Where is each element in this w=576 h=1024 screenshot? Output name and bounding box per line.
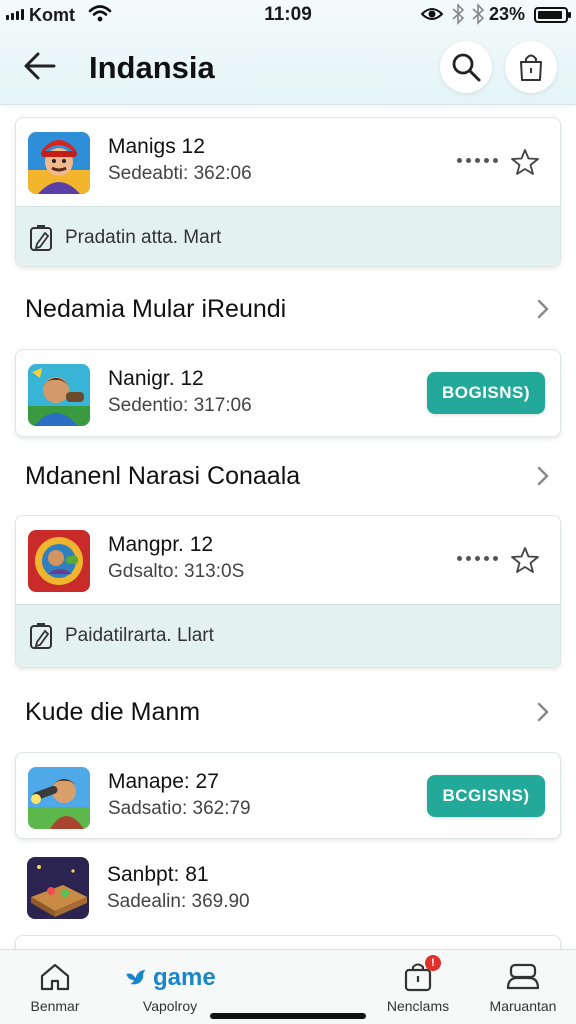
game-title: Nanigr. 12 — [108, 367, 204, 390]
more-options-icon[interactable] — [457, 158, 498, 163]
note-bar[interactable]: Paidatilrarta. Llart — [16, 604, 560, 667]
page-title: Indansia — [89, 50, 215, 85]
bird-logo-icon — [124, 964, 153, 991]
eye-icon — [420, 6, 444, 27]
note-text: Paidatilrarta. Llart — [65, 625, 214, 646]
game-card[interactable]: Mangpr. 12 Gdsalto: 313:0S Paidatilrarta… — [15, 515, 561, 668]
note-bar[interactable]: Pradatin atta. Mart — [16, 206, 560, 266]
star-icon[interactable] — [510, 546, 540, 579]
home-icon — [38, 962, 72, 997]
controller-icon — [505, 962, 541, 997]
section-header[interactable]: Kude die Manm — [0, 683, 576, 741]
game-card[interactable]: Manigs 12 Sedeabti: 362:06 Pradatin atta… — [15, 117, 561, 267]
edit-note-icon — [28, 622, 56, 657]
section-title: Kude die Manm — [25, 698, 201, 726]
list-item[interactable]: Manigs 12 Sedeabti: 362:06 — [16, 118, 560, 205]
action-button[interactable]: BCGISNS) — [427, 775, 545, 817]
game-subtitle: Gdsalto: 313:0S — [108, 561, 245, 582]
game-subtitle: Sadsatio: 362:79 — [108, 798, 251, 819]
game-thumbnail — [28, 364, 90, 426]
note-text: Pradatin atta. Mart — [65, 227, 222, 248]
bluetooth-icon — [471, 3, 485, 30]
list-item[interactable]: Manape: 27 Sadsatio: 362:79 BCGISNS) — [16, 753, 560, 838]
shopping-bag-icon — [520, 54, 542, 81]
game-thumbnail — [28, 132, 90, 194]
nav-game[interactable]: game Vapolroy — [115, 950, 225, 1024]
search-icon — [452, 53, 481, 82]
game-title: Manigs 12 — [108, 135, 205, 158]
nav-home[interactable]: Benmar — [0, 950, 110, 1024]
list-item[interactable]: Mangpr. 12 Gdsalto: 313:0S — [16, 516, 560, 603]
nav-label: Benmar — [30, 998, 80, 1014]
chevron-right-icon — [535, 465, 551, 492]
edit-note-icon — [28, 224, 56, 259]
game-card[interactable]: Nanigr. 12 Sedentio: 317:06 BOGISNS) — [15, 349, 561, 437]
game-subtitle: Sadealin: 369.90 — [107, 891, 250, 912]
section-title: Mdanenl Narasi Conaala — [25, 462, 301, 490]
nav-label: Nenclams — [386, 998, 450, 1014]
arrow-left-icon — [24, 52, 56, 80]
more-options-icon[interactable] — [457, 556, 498, 561]
game-title: Sanbpt: 81 — [107, 863, 209, 886]
back-button[interactable] — [20, 48, 60, 84]
battery-percent: 23% — [489, 4, 526, 24]
bluetooth-icon — [451, 3, 465, 30]
game-thumbnail — [28, 530, 90, 592]
home-indicator — [210, 1013, 366, 1019]
game-thumbnail — [27, 857, 89, 919]
nav-label: Maruantan — [489, 998, 557, 1014]
chevron-right-icon — [535, 701, 551, 728]
nav-controller[interactable]: Maruantan — [468, 950, 576, 1024]
app-header: Komt 11:09 23% Indansia — [0, 0, 576, 105]
game-subtitle: Sedentio: 317:06 — [108, 395, 252, 416]
nav-label: Vapolroy — [142, 998, 198, 1014]
shopping-bag-button[interactable] — [505, 41, 557, 93]
chevron-right-icon — [535, 298, 551, 325]
section-title: Nedamia Mular iReundi — [25, 295, 287, 323]
game-card[interactable]: Manape: 27 Sadsatio: 362:79 BCGISNS) — [15, 752, 561, 839]
nav-bag[interactable]: Nenclams — [363, 950, 473, 1024]
section-header[interactable]: Mdanenl Narasi Conaala — [0, 447, 576, 505]
game-title: Manape: 27 — [108, 770, 219, 793]
list-item[interactable]: Sanbpt: 81 Sadealin: 369.90 — [0, 845, 576, 935]
game-thumbnail — [28, 767, 90, 829]
notification-badge: ! — [425, 955, 441, 971]
status-bar: Komt 11:09 23% — [0, 0, 576, 30]
star-icon[interactable] — [510, 148, 540, 181]
section-header[interactable]: Nedamia Mular iReundi — [0, 280, 576, 338]
game-logo: game — [124, 964, 216, 992]
game-subtitle: Sedeabti: 362:06 — [108, 163, 252, 184]
battery-icon — [534, 7, 571, 23]
game-title: Mangpr. 12 — [108, 533, 214, 556]
action-button[interactable]: BOGISNS) — [427, 372, 545, 414]
search-button[interactable] — [440, 41, 492, 93]
list-item[interactable]: Nanigr. 12 Sedentio: 317:06 BOGISNS) — [16, 350, 560, 436]
